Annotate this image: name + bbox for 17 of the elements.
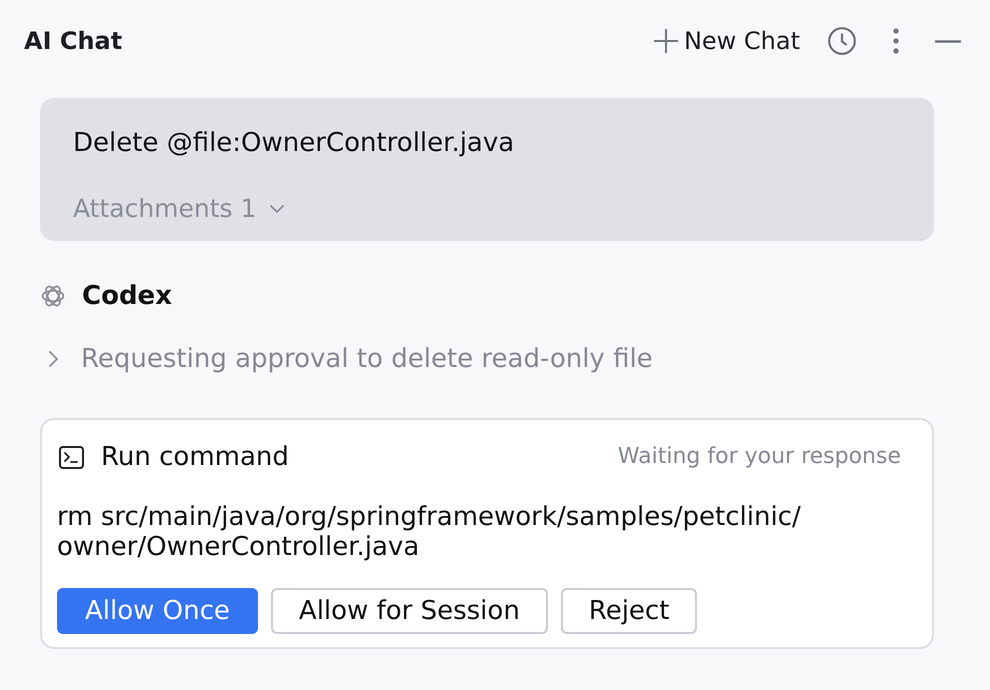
- action-button[interactable]: Allow for Session: [270, 588, 548, 634]
- new-chat-button[interactable]: New Chat: [652, 22, 802, 60]
- more-options-icon[interactable]: [893, 28, 899, 54]
- panel-title: AI Chat: [24, 26, 122, 57]
- terminal-icon: [59, 446, 84, 468]
- status-text: Waiting for your response: [618, 443, 901, 471]
- knot-logo-icon: [41, 284, 65, 308]
- chevron-down-icon: [270, 205, 284, 213]
- command-text: rm src/main/java/org/springframework/samples/petclinic/owner/OwnerController.java: [57, 502, 802, 562]
- minus-icon[interactable]: [935, 40, 961, 42]
- action-button[interactable]: Reject: [560, 588, 698, 634]
- message-text: Delete @file:OwnerController.java: [73, 127, 514, 159]
- action-button[interactable]: Allow Once: [57, 588, 258, 634]
- plus-icon: [654, 29, 678, 53]
- card-title: Run command: [101, 441, 289, 473]
- clock-icon[interactable]: [828, 27, 856, 55]
- agent-name: Codex: [82, 280, 172, 312]
